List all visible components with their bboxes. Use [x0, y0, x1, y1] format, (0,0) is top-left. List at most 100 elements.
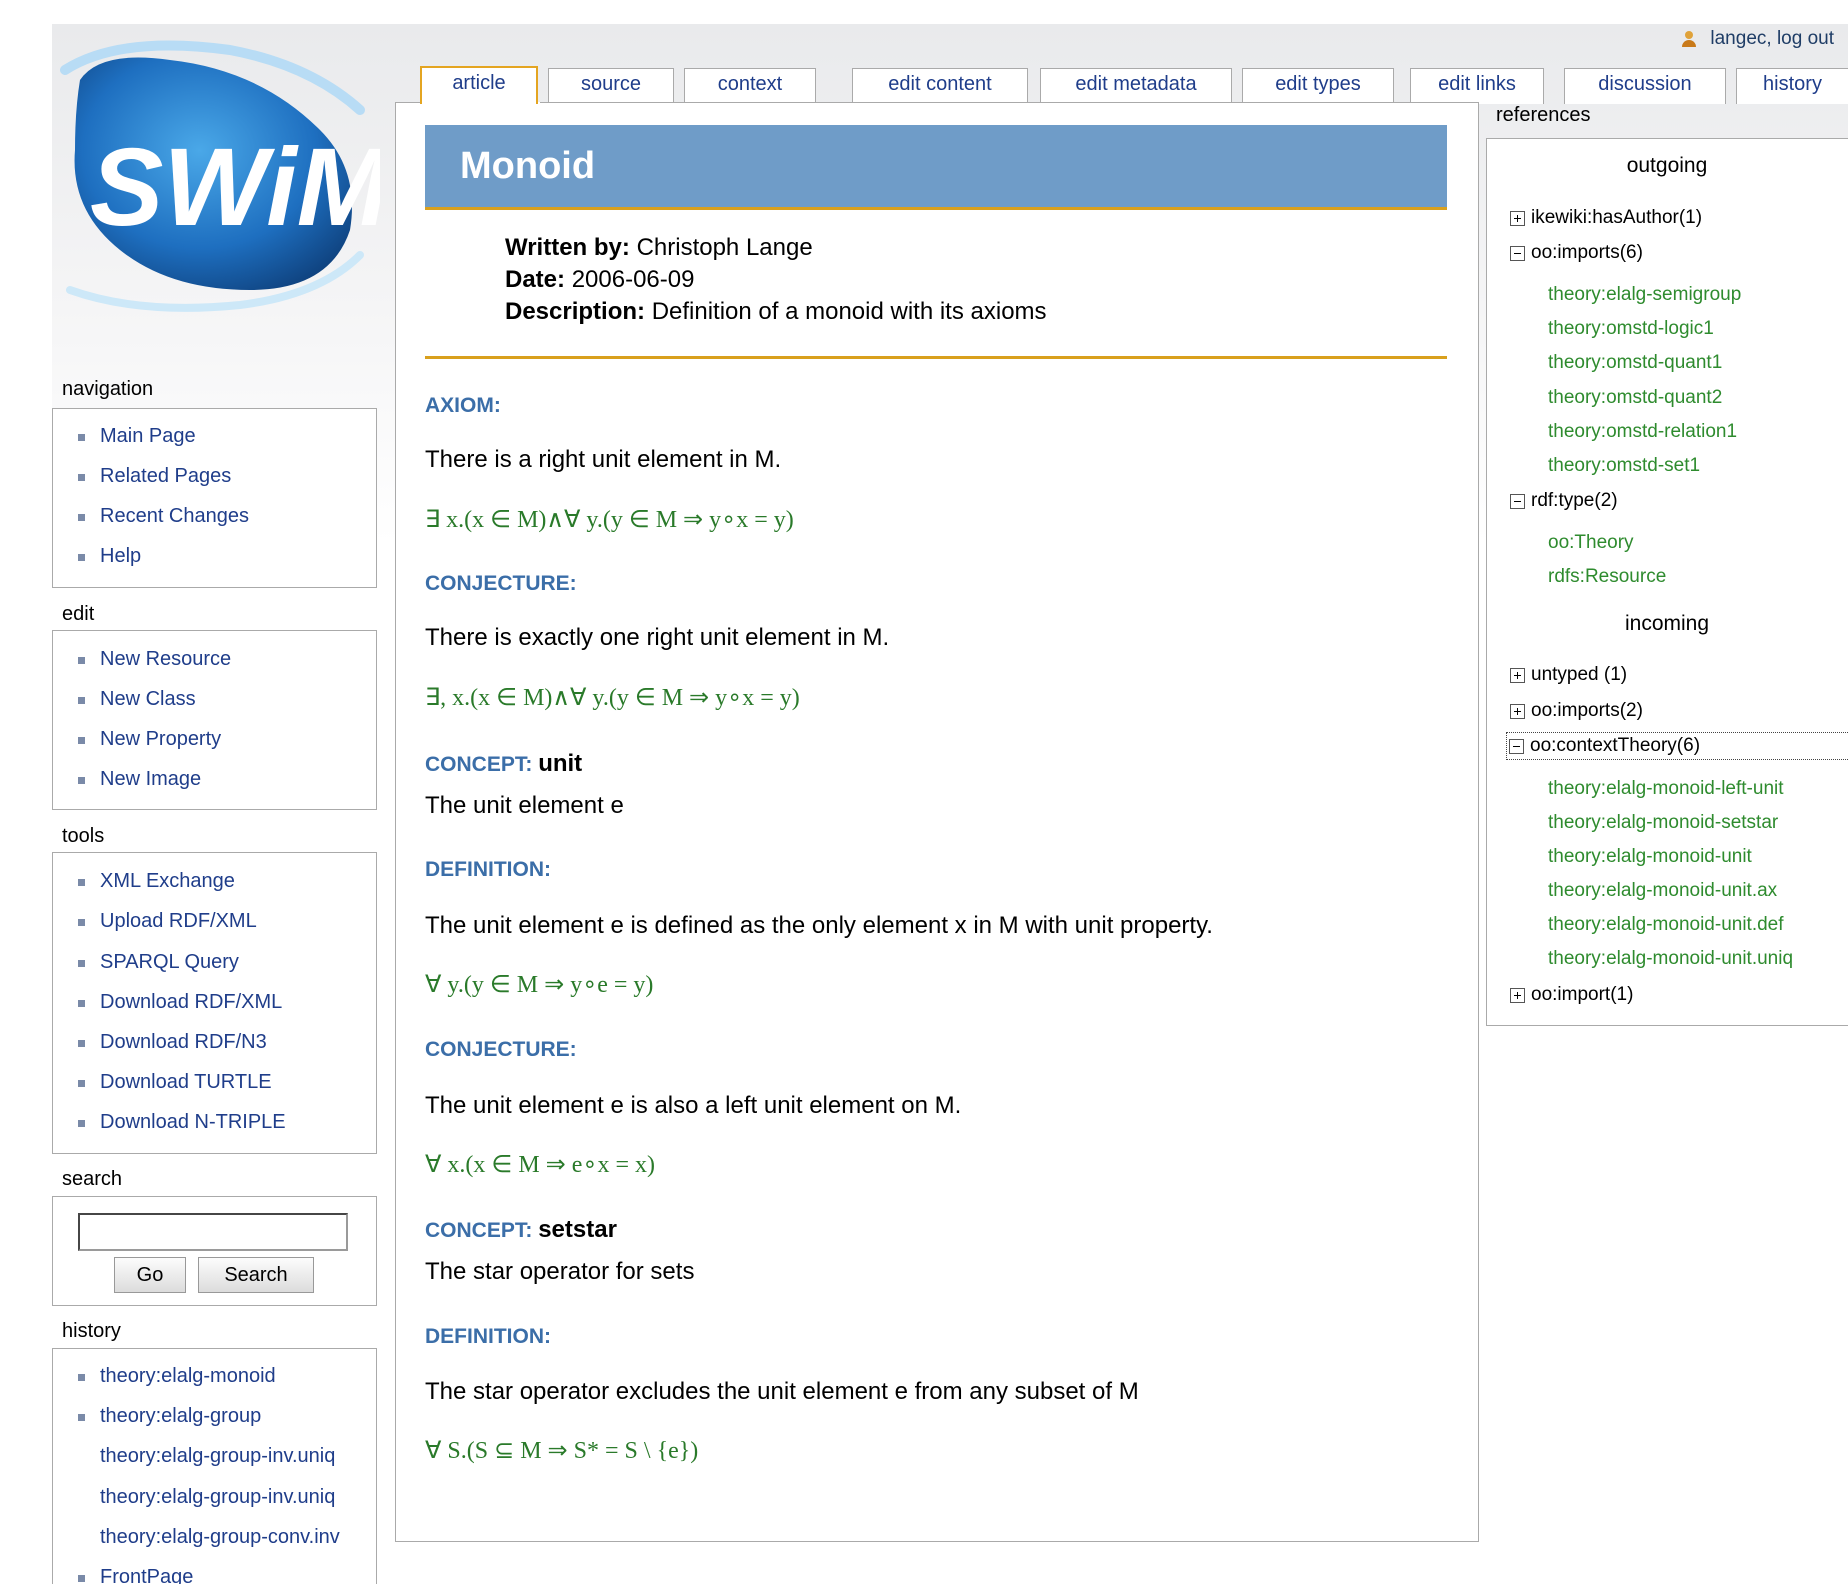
- tree-leaf[interactable]: theory:omstd-set1: [1548, 455, 1700, 477]
- collapse-icon[interactable]: [1510, 245, 1525, 261]
- logout-link[interactable]: , log out: [1766, 28, 1834, 50]
- section-head: AXIOM:: [425, 394, 501, 417]
- tree-leaf[interactable]: theory:elalg-monoid-unit.uniq: [1548, 948, 1848, 970]
- section-formula: ∀ x.(x ∈ M ⇒ e∘x = x): [425, 1152, 655, 1178]
- edit-title: edit: [62, 603, 95, 625]
- incoming-heading: incoming: [1624, 612, 1710, 635]
- nav-help[interactable]: Help: [78, 545, 141, 568]
- tree-node-hasauthor[interactable]: ikewiki:hasAuthor(1): [1510, 207, 1702, 229]
- tab-source[interactable]: source: [548, 68, 674, 104]
- tab-edit-metadata[interactable]: edit metadata: [1040, 68, 1232, 104]
- tree-leaf[interactable]: theory:omstd-quant2: [1548, 387, 1722, 409]
- section-formula: ∀ y.(y ∈ M ⇒ y∘e = y): [425, 972, 654, 998]
- tab-discussion[interactable]: discussion: [1564, 68, 1726, 104]
- tree-node-incoming-imports[interactable]: oo:imports(2): [1510, 700, 1643, 722]
- expand-icon[interactable]: [1510, 667, 1525, 683]
- meta-date: Date: 2006-06-09: [505, 266, 695, 293]
- go-button[interactable]: Go: [114, 1257, 186, 1293]
- content-top-border: [540, 102, 1479, 103]
- tree-leaf[interactable]: theory:elalg-monoid-setstar: [1548, 812, 1778, 834]
- page-title: Monoid: [460, 145, 596, 187]
- tools-upload-rdf-xml[interactable]: Upload RDF/XML: [78, 910, 257, 933]
- section-formula: ∃ x.(x ∈ M)∧∀ y.(y ∈ M ⇒ y∘x = y): [425, 507, 794, 533]
- search-title: search: [62, 1168, 123, 1190]
- tools-download-rdf-n3[interactable]: Download RDF/N3: [78, 1031, 267, 1054]
- tree-node-untyped[interactable]: untyped (1): [1510, 664, 1627, 686]
- concept-name: unit: [538, 750, 583, 777]
- history-item[interactable]: theory:elalg-group-inv.uniq: [100, 1486, 374, 1509]
- tree-leaf[interactable]: theory:elalg-monoid-unit: [1548, 846, 1752, 868]
- section-text: The unit element e is also a left unit e…: [425, 1092, 962, 1119]
- tab-context[interactable]: context: [684, 68, 816, 104]
- history-item[interactable]: theory:elalg-group-inv.uniq: [100, 1445, 374, 1468]
- tab-article[interactable]: article: [420, 66, 538, 104]
- swim-logo[interactable]: SWiM: [60, 40, 380, 320]
- section-head: CONJECTURE:: [425, 572, 577, 595]
- tree-leaf[interactable]: theory:elalg-monoid-left-unit: [1548, 778, 1784, 800]
- edit-new-class[interactable]: New Class: [78, 688, 196, 711]
- tree-leaf[interactable]: theory:elalg-monoid-unit.def: [1548, 914, 1784, 936]
- search-input[interactable]: [78, 1213, 348, 1251]
- tools-download-turtle[interactable]: Download TURTLE: [78, 1071, 272, 1094]
- tree-leaf[interactable]: theory:elalg-monoid-unit.ax: [1548, 880, 1777, 902]
- tab-history[interactable]: history: [1736, 68, 1848, 104]
- tools-download-rdf-xml[interactable]: Download RDF/XML: [78, 991, 282, 1014]
- tree-leaf[interactable]: theory:omstd-logic1: [1548, 318, 1714, 340]
- history-title: history: [62, 1320, 121, 1342]
- collapse-icon[interactable]: [1509, 738, 1524, 754]
- navigation-title: navigation: [62, 378, 154, 400]
- history-item[interactable]: theory:elalg-monoid: [78, 1365, 276, 1388]
- section-text: The unit element e is defined as the onl…: [425, 912, 1213, 939]
- references-title: references: [1496, 104, 1591, 126]
- section-formula: ∃, x.(x ∈ M)∧∀ y.(y ∈ M ⇒ y∘x = y): [425, 685, 800, 711]
- section-text: The star operator for sets: [425, 1258, 695, 1285]
- expand-icon[interactable]: [1510, 987, 1525, 1003]
- tree-leaf[interactable]: theory:omstd-relation1: [1548, 421, 1737, 443]
- history-item[interactable]: theory:elalg-group-conv.inv: [100, 1526, 374, 1549]
- meta-description: Description: Definition of a monoid with…: [505, 298, 1047, 325]
- edit-new-resource[interactable]: New Resource: [78, 648, 231, 671]
- section-formula: ∀ S.(S ⊆ M ⇒ S* = S \ {e}): [425, 1438, 699, 1464]
- header-divider: [425, 356, 1447, 359]
- history-item[interactable]: theory:elalg-group: [78, 1405, 261, 1428]
- section-head: CONCEPT: setstar: [425, 1216, 617, 1243]
- tab-edit-content[interactable]: edit content: [852, 68, 1028, 104]
- expand-icon[interactable]: [1510, 703, 1525, 719]
- edit-new-image[interactable]: New Image: [78, 768, 201, 791]
- section-text: There is a right unit element in M.: [425, 446, 782, 473]
- tools-download-n-triple[interactable]: Download N-TRIPLE: [78, 1111, 286, 1134]
- history-item[interactable]: FrontPage: [78, 1566, 193, 1584]
- search-button[interactable]: Search: [198, 1257, 314, 1293]
- section-head: CONCEPT: unit: [425, 750, 583, 777]
- tab-edit-types[interactable]: edit types: [1242, 68, 1394, 104]
- tree-node-context-theory[interactable]: oo:contextTheory(6): [1506, 732, 1848, 760]
- tools-xml-exchange[interactable]: XML Exchange: [78, 870, 235, 893]
- tree-leaf[interactable]: rdfs:Resource: [1548, 566, 1666, 588]
- edit-new-property[interactable]: New Property: [78, 728, 221, 751]
- nav-main-page[interactable]: Main Page: [78, 425, 196, 448]
- tree-node-imports[interactable]: oo:imports(6): [1510, 242, 1643, 264]
- user-bar: langec, log out: [1680, 28, 1834, 50]
- section-head: CONJECTURE:: [425, 1038, 577, 1061]
- tree-leaf[interactable]: theory:omstd-quant1: [1548, 352, 1722, 374]
- section-head: DEFINITION:: [425, 858, 551, 881]
- user-icon: [1680, 30, 1698, 48]
- tree-leaf[interactable]: oo:Theory: [1548, 532, 1634, 554]
- meta-author: Written by: Christoph Lange: [505, 234, 813, 261]
- tab-edit-links[interactable]: edit links: [1410, 68, 1544, 104]
- page-title-bar: Monoid: [425, 125, 1447, 210]
- nav-recent-changes[interactable]: Recent Changes: [78, 505, 249, 528]
- collapse-icon[interactable]: [1510, 493, 1525, 509]
- tree-node-rdf-type[interactable]: rdf:type(2): [1510, 490, 1618, 512]
- section-head: DEFINITION:: [425, 1325, 551, 1348]
- nav-related-pages[interactable]: Related Pages: [78, 465, 231, 488]
- tree-leaf[interactable]: theory:elalg-semigroup: [1548, 284, 1741, 306]
- outgoing-heading: outgoing: [1626, 154, 1708, 177]
- section-text: The star operator excludes the unit elem…: [425, 1378, 1139, 1405]
- expand-icon[interactable]: [1510, 210, 1525, 226]
- username-link[interactable]: langec: [1710, 28, 1766, 50]
- svg-text:SWiM: SWiM: [90, 126, 380, 249]
- tools-sparql-query[interactable]: SPARQL Query: [78, 951, 239, 974]
- tree-node-import[interactable]: oo:import(1): [1510, 984, 1633, 1006]
- section-text: The unit element e: [425, 792, 624, 819]
